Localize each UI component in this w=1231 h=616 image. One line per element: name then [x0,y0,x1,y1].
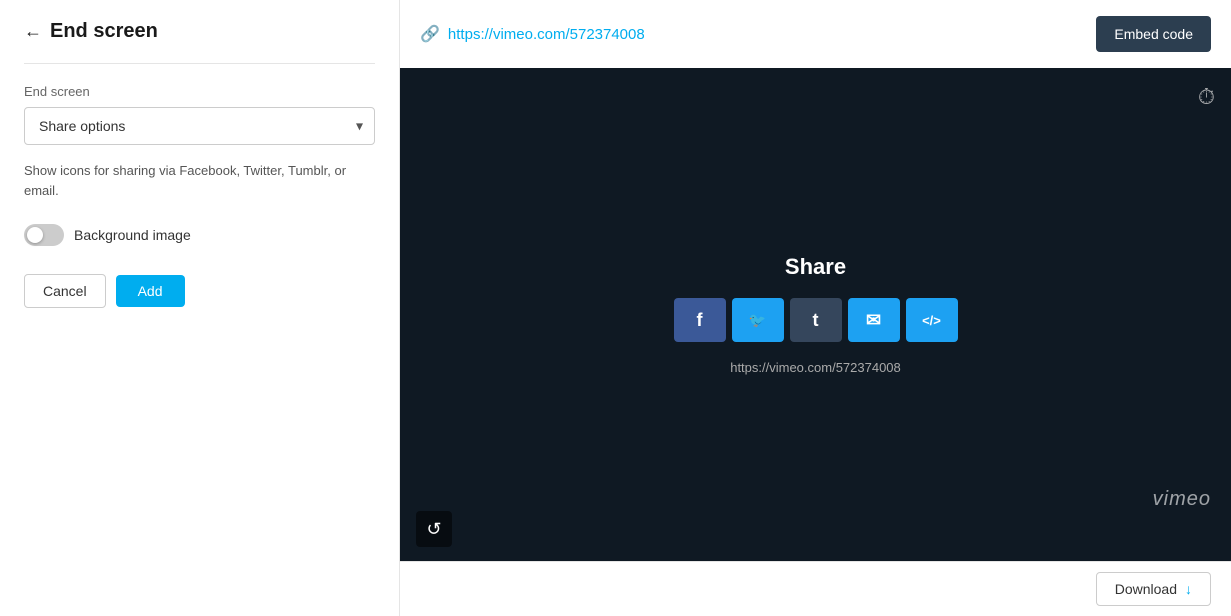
tumblr-share-button[interactable]: t [790,298,842,342]
download-arrow-icon: ↓ [1185,581,1192,597]
background-image-label: Background image [74,227,191,243]
bottom-bar: Download ↓ [400,561,1231,616]
download-label: Download [1115,581,1177,597]
share-buttons: f 🐦 t ✉ </> [674,298,958,342]
add-button[interactable]: Add [116,275,185,307]
field-label: End screen [24,84,375,99]
download-button[interactable]: Download ↓ [1096,572,1211,606]
clock-icon: ⏱ [1198,84,1215,110]
url-area: 🔗 https://vimeo.com/572374008 [420,24,645,44]
video-url-link[interactable]: https://vimeo.com/572374008 [448,26,645,43]
share-title: Share [785,254,846,280]
back-header[interactable]: ← End screen [0,0,399,63]
share-section: Share f 🐦 t ✉ </> https://vimeo.com/5723… [674,254,958,375]
video-preview: ⏱ Share f 🐦 t ✉ </> https://vimeo.com/57… [400,68,1231,561]
facebook-share-button[interactable]: f [674,298,726,342]
email-share-button[interactable]: ✉ [848,298,900,342]
share-url-text: https://vimeo.com/572374008 [730,360,901,375]
dropdown-wrapper: Share options Subscribe Video Link ▾ [24,107,375,145]
end-screen-dropdown[interactable]: Share options Subscribe Video Link [24,107,375,145]
cancel-button[interactable]: Cancel [24,274,106,308]
page-title: End screen [50,20,158,43]
back-arrow-icon: ← [24,21,42,42]
background-image-row: Background image [24,224,375,246]
replay-button[interactable]: ↺ [416,511,452,547]
embed-code-button[interactable]: Embed code [1096,16,1211,52]
top-bar: 🔗 https://vimeo.com/572374008 Embed code [400,0,1231,68]
toggle-track [24,224,64,246]
left-panel: ← End screen End screen Share options Su… [0,0,400,616]
vimeo-watermark: vimeo [1153,488,1211,511]
right-panel: 🔗 https://vimeo.com/572374008 Embed code… [400,0,1231,616]
description-text: Show icons for sharing via Facebook, Twi… [24,161,375,200]
replay-icon: ↺ [426,519,441,540]
action-buttons: Cancel Add [24,274,375,308]
background-image-toggle[interactable] [24,224,64,246]
embed-share-button[interactable]: </> [906,298,958,342]
toggle-knob [27,227,43,243]
link-icon: 🔗 [420,24,440,44]
twitter-share-button[interactable]: 🐦 [732,298,784,342]
panel-content: End screen Share options Subscribe Video… [0,64,399,616]
